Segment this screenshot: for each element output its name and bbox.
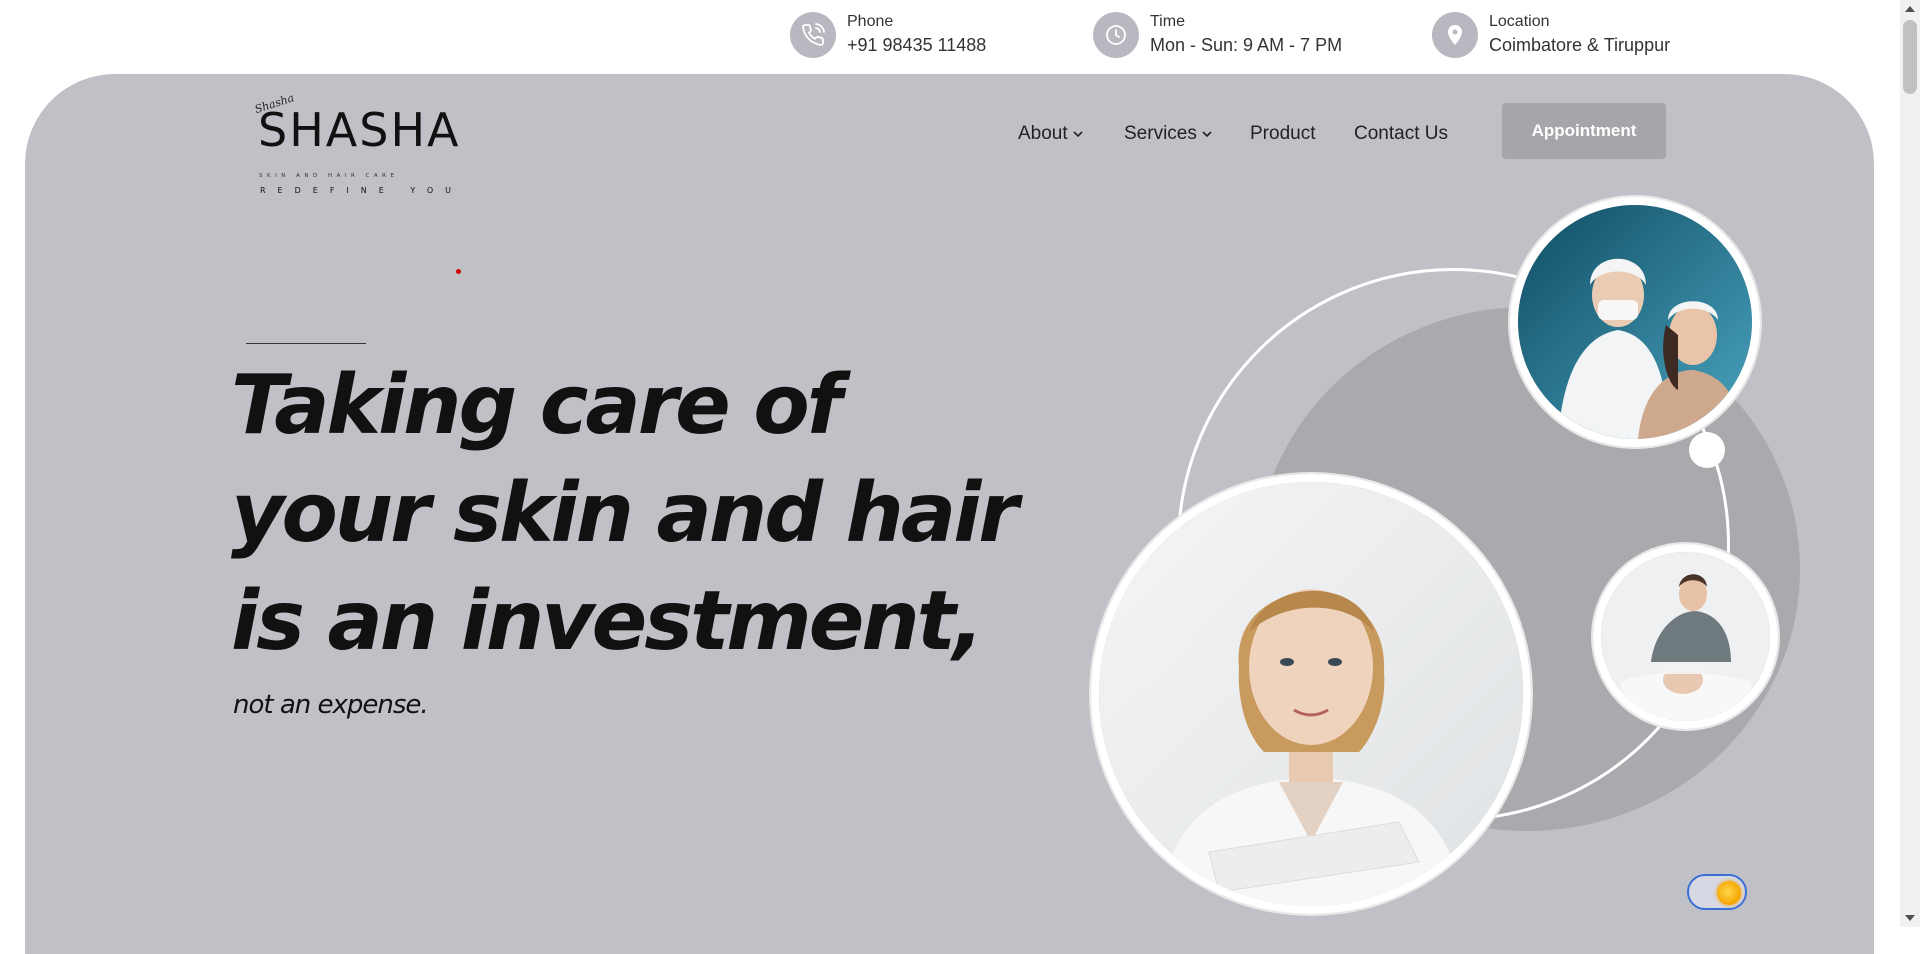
page-scrollbar[interactable] xyxy=(1900,0,1920,927)
chevron-down-icon xyxy=(1202,131,1212,138)
location-pin-icon xyxy=(1432,12,1478,58)
clock-icon xyxy=(1093,12,1139,58)
treatment-illustration xyxy=(1518,205,1752,439)
headline-rule xyxy=(246,343,366,344)
phone-icon xyxy=(790,12,836,58)
time-value: Mon - Sun: 9 AM - 7 PM xyxy=(1150,35,1343,55)
scroll-up-arrow-icon[interactable] xyxy=(1905,6,1915,12)
headline-line-3: is an investment, xyxy=(231,574,984,669)
treatment-image xyxy=(1510,197,1760,447)
facial-illustration xyxy=(1601,552,1770,721)
nav-about[interactable]: About xyxy=(1018,123,1084,145)
nav-product-label: Product xyxy=(1250,123,1316,144)
portrait-illustration xyxy=(1099,482,1523,906)
phone-value[interactable]: +91 98435 11488 xyxy=(847,32,986,58)
time-info: Time Mon - Sun: 9 AM - 7 PM xyxy=(1093,12,1342,58)
nav-product[interactable]: Product xyxy=(1250,123,1315,145)
nav-services-label: Services xyxy=(1124,123,1197,144)
appointment-button[interactable]: Appointment xyxy=(1502,103,1666,159)
ring-dot-decoration xyxy=(1689,432,1725,468)
sun-icon xyxy=(1717,881,1741,905)
facial-treatment-image xyxy=(1593,544,1778,729)
location-value[interactable]: Coimbatore & Tiruppur xyxy=(1489,32,1670,58)
chevron-down-icon xyxy=(1073,131,1083,138)
phone-info[interactable]: Phone +91 98435 11488 xyxy=(790,12,986,58)
time-label: Time xyxy=(1150,13,1185,30)
nav-about-label: About xyxy=(1018,123,1068,144)
phone-label: Phone xyxy=(847,13,894,30)
nav-services[interactable]: Services xyxy=(1124,123,1213,145)
scroll-thumb[interactable] xyxy=(1903,20,1917,94)
theme-toggle[interactable] xyxy=(1687,874,1747,910)
hero-section: SHASHA SKIN AND HAIR CARE REDEFINE YOU S… xyxy=(25,74,1874,954)
headline-line-1: Taking care of xyxy=(231,358,842,453)
logo-tagline: SKIN AND HAIR CARE xyxy=(259,173,398,179)
hero-headline: Taking care of your skin and hair is an … xyxy=(231,352,1019,676)
brand-logo[interactable]: SHASHA SKIN AND HAIR CARE REDEFINE YOU S… xyxy=(230,94,460,204)
headline-line-2: your skin and hair xyxy=(231,466,1019,561)
nav-contact[interactable]: Contact Us xyxy=(1354,123,1448,145)
logo-wordmark: SHASHA xyxy=(258,103,460,157)
location-info[interactable]: Location Coimbatore & Tiruppur xyxy=(1432,12,1670,58)
nav-contact-label: Contact Us xyxy=(1354,123,1448,144)
hero-portrait-image xyxy=(1091,474,1531,914)
location-label: Location xyxy=(1489,13,1550,30)
red-dot-decoration xyxy=(456,269,461,274)
scroll-down-arrow-icon[interactable] xyxy=(1905,915,1915,921)
logo-motto: REDEFINE YOU xyxy=(260,186,460,195)
contact-bar: Phone +91 98435 11488 Time Mon - Sun: 9 … xyxy=(0,0,1900,74)
hero-subline: not an expense. xyxy=(233,690,429,720)
